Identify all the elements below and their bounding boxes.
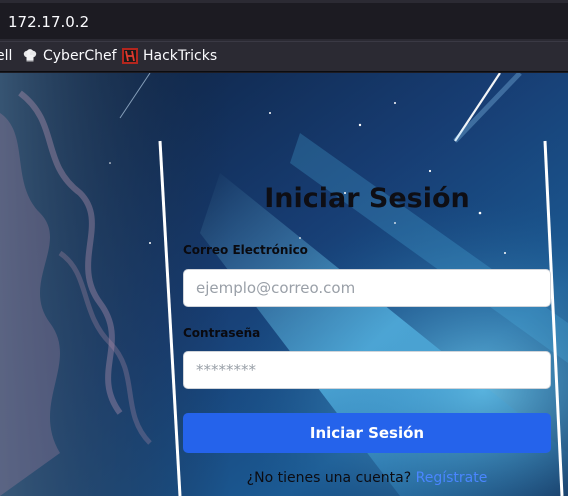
- email-label: Correo Electrónico: [183, 243, 308, 257]
- bookmark-partial[interactable]: ell: [0, 48, 12, 64]
- hacktricks-icon: [122, 48, 138, 64]
- login-title: Iniciar Sesión: [264, 183, 470, 214]
- bookmark-cyberchef[interactable]: CyberChef: [22, 48, 117, 64]
- login-button[interactable]: Iniciar Sesión: [183, 413, 551, 453]
- bookmark-label: HackTricks: [143, 48, 218, 64]
- email-field[interactable]: [183, 269, 551, 307]
- url-bar[interactable]: 172.17.0.2: [0, 3, 568, 39]
- bookmark-label: ell: [0, 48, 13, 64]
- signup-prompt: ¿No tienes una cuenta? Regístrate: [183, 470, 551, 486]
- password-label: Contraseña: [183, 326, 261, 340]
- bookmark-label: CyberChef: [43, 48, 117, 64]
- bookmarks-bar: ell CyberChef HackTricks: [0, 42, 568, 72]
- chef-hat-icon: [23, 49, 37, 62]
- signup-link[interactable]: Regístrate: [416, 470, 488, 486]
- browser-toolbar: 172.17.0.2: [0, 0, 568, 42]
- password-field[interactable]: [183, 351, 551, 389]
- url-text[interactable]: 172.17.0.2: [8, 13, 89, 31]
- page-viewport: Iniciar Sesión Correo Electrónico Contra…: [0, 73, 568, 496]
- signup-prompt-text: ¿No tienes una cuenta?: [246, 470, 412, 486]
- bookmark-hacktricks[interactable]: HackTricks: [122, 48, 217, 64]
